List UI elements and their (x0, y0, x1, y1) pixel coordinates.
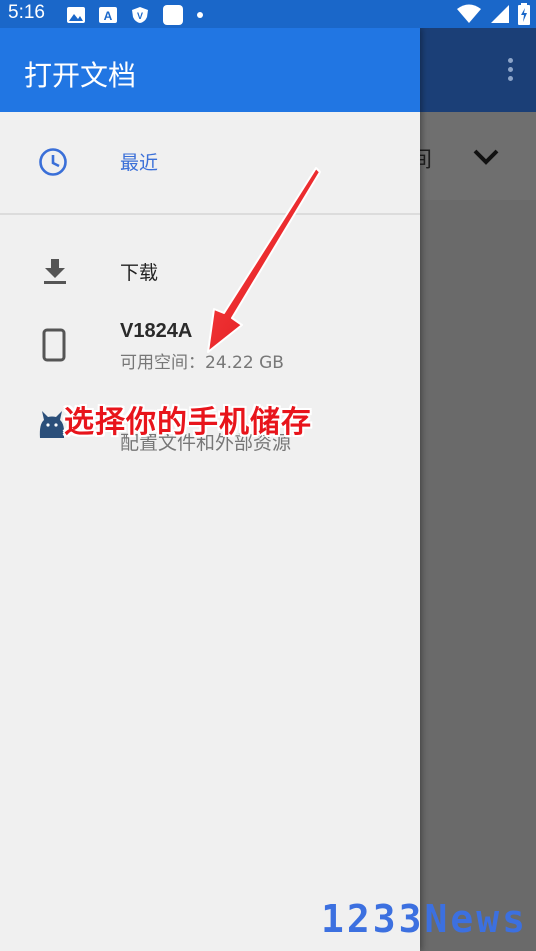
root-summary-device: 可用空间：24.22 GB (120, 353, 284, 373)
svg-text:V: V (137, 11, 143, 21)
root-title-downloads: 下载 (120, 262, 159, 284)
font-icon: A (99, 7, 117, 23)
root-title-device: V1824A (120, 320, 193, 342)
root-title-recent: 最近 (120, 152, 159, 174)
wifi-icon (457, 4, 481, 23)
root-item-recent[interactable]: 最近 (0, 112, 420, 212)
download-icon (44, 259, 66, 284)
svg-text:A: A (104, 9, 113, 23)
root-item-device[interactable]: V1824A 可用空间：24.22 GB (0, 312, 420, 382)
more-options-icon[interactable] (508, 58, 514, 85)
status-time: 5:16 (8, 2, 45, 23)
system-icons (456, 3, 530, 25)
drawer-header: 打开文档 (0, 28, 420, 112)
status-bar: 5:16 A V (0, 0, 536, 28)
shield-icon: V (132, 7, 148, 23)
phone-icon (42, 328, 66, 362)
battery-icon (518, 3, 530, 25)
chevron-down-icon[interactable] (472, 148, 500, 166)
dot-icon (197, 12, 203, 18)
gallery-icon (67, 7, 85, 23)
root-item-downloads[interactable]: 下载 (0, 236, 420, 306)
navigation-drawer: 打开文档 最近 下载 V1824A 可用空间：24.22 GB 配置文件和外部资… (0, 28, 420, 951)
watermark: 1233News (320, 897, 528, 941)
divider (0, 213, 420, 215)
clock-icon (39, 148, 67, 176)
drawer-title: 打开文档 (24, 59, 137, 92)
annotation-text: 选择你的手机储存 (64, 405, 312, 440)
app-square-icon (163, 5, 183, 25)
notification-icons: A V (66, 4, 204, 26)
signal-icon (491, 5, 509, 23)
